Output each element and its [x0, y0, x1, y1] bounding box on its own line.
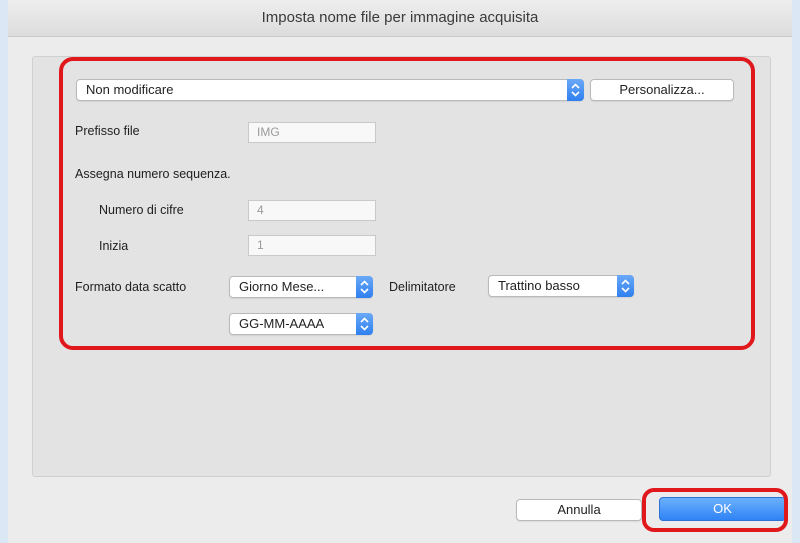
ok-highlight-frame	[642, 488, 788, 532]
dialog-title: Imposta nome file per immagine acquisita	[8, 0, 792, 37]
cancel-button[interactable]: Annulla	[516, 499, 642, 521]
settings-highlight-frame	[59, 57, 755, 350]
